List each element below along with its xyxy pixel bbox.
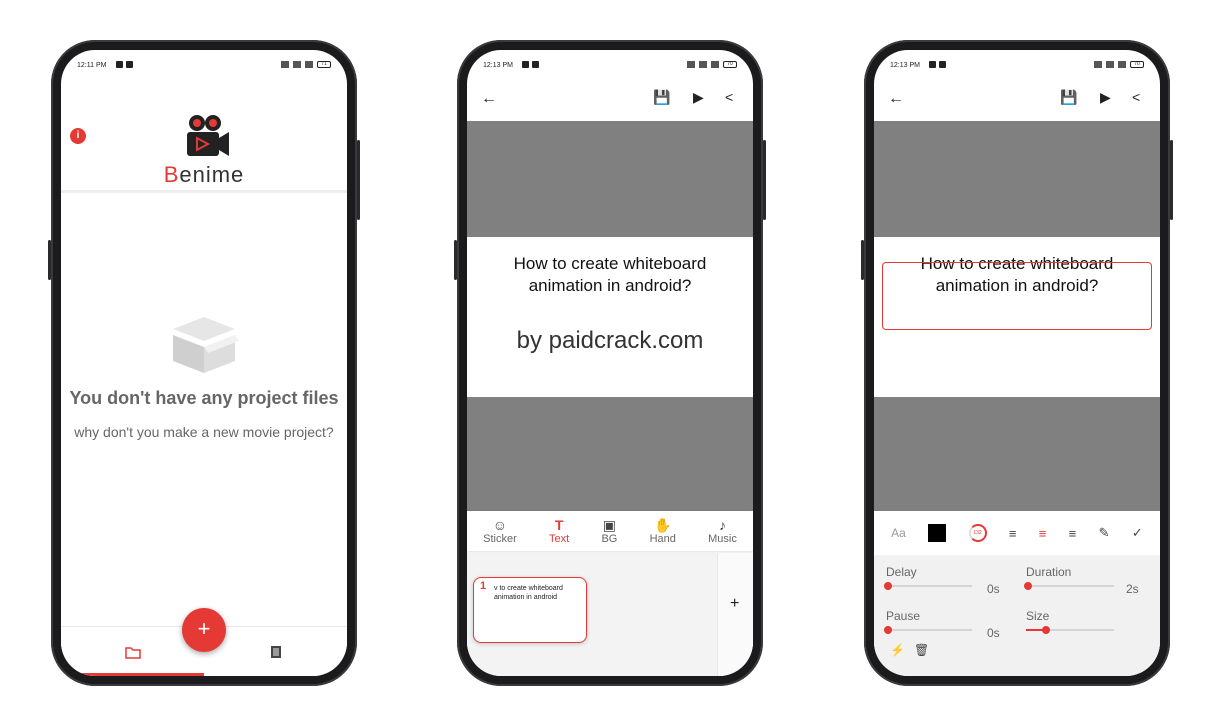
play-icon[interactable]: ▶ xyxy=(1100,89,1111,106)
scene-timeline: 1 v to create whiteboard animation in an… xyxy=(467,553,753,676)
pause-slider[interactable] xyxy=(884,626,972,634)
animation-properties-panel: Delay 0s Duration 2s Pause 0s Size ⚡ 🗑 xyxy=(874,555,1160,676)
tool-bg[interactable]: ▣ BG xyxy=(601,517,617,545)
pause-value: 0s xyxy=(987,626,1000,640)
scene-canvas[interactable]: How to create whiteboard animation in an… xyxy=(467,237,753,397)
hand-icon: ✋ xyxy=(654,517,672,533)
project-list-screen: 12:11 PM 71 i Benime You don't have any … xyxy=(61,50,347,676)
music-icon: ♪ xyxy=(719,517,726,533)
text-edit-screen: 12:13 PM 70 ← 💾 ▶ < How to create whiteb… xyxy=(874,50,1160,676)
pencil-icon[interactable]: ✎ xyxy=(1099,525,1110,541)
battery-icon: 70 xyxy=(1130,61,1144,68)
film-icon xyxy=(270,646,281,658)
header-divider xyxy=(61,190,347,193)
delay-label: Delay xyxy=(886,565,917,579)
sticker-icon: ☺ xyxy=(492,517,508,533)
add-scene-button[interactable]: + xyxy=(730,595,739,613)
size-slider[interactable] xyxy=(1026,626,1114,634)
delay-value: 0s xyxy=(987,582,1000,596)
app-logo-text: Benime xyxy=(163,162,245,187)
align-right-icon[interactable]: ≡ xyxy=(1069,526,1077,541)
duration-value: 2s xyxy=(1126,582,1139,596)
share-icon[interactable]: < xyxy=(725,89,733,105)
phone-frame-1: 12:11 PM 71 i Benime You don't have any … xyxy=(48,40,360,686)
empty-state-subtitle: why don't you make a new movie project? xyxy=(74,424,334,440)
folder-icon xyxy=(124,646,141,659)
camera-logo-icon xyxy=(187,115,229,156)
share-icon[interactable]: < xyxy=(1132,89,1140,105)
scene-thumb-text: v to create whiteboard animation in andr… xyxy=(494,585,563,601)
canvas-top-margin xyxy=(874,121,1160,237)
tool-sticker[interactable]: ☺ Sticker xyxy=(483,517,517,545)
canvas-bottom-margin xyxy=(467,397,753,511)
play-icon[interactable]: ▶ xyxy=(693,89,704,106)
text-format-toolbar: Aa 132 ≡ ≡ ≡ ✎ ✓ xyxy=(874,511,1160,555)
status-bar: 12:11 PM 71 xyxy=(61,50,347,80)
text-selection-box[interactable] xyxy=(882,262,1152,330)
duration-label: Duration xyxy=(1026,565,1072,579)
scene-editor-screen: 12:13 PM 70 ← 💾 ▶ < How to create whiteb… xyxy=(467,50,753,676)
align-center-icon[interactable]: ≡ xyxy=(1039,526,1047,541)
back-arrow-icon[interactable]: ← xyxy=(481,90,497,108)
tool-music[interactable]: ♪ Music xyxy=(708,517,737,545)
new-project-button[interactable]: + xyxy=(182,608,226,652)
status-time: 12:11 PM xyxy=(77,62,107,69)
back-arrow-icon[interactable]: ← xyxy=(888,90,904,108)
flash-icon[interactable]: ⚡ xyxy=(890,643,905,657)
scene-number: 1 xyxy=(480,580,487,592)
phone-frame-3: 12:13 PM 70 ← 💾 ▶ < How to create whiteb… xyxy=(861,40,1173,686)
empty-state-title: You don't have any project files xyxy=(69,388,339,408)
text-icon: T xyxy=(554,517,564,533)
size-label: Size xyxy=(1026,609,1050,623)
duration-slider[interactable] xyxy=(1024,582,1114,590)
tool-hand[interactable]: ✋ Hand xyxy=(650,517,676,545)
battery-icon: 71 xyxy=(317,61,331,68)
editor-appbar: ← 💾 ▶ < xyxy=(874,80,1160,120)
delay-slider[interactable] xyxy=(884,582,972,590)
empty-box-icon xyxy=(173,317,239,373)
save-icon[interactable]: 💾 xyxy=(653,89,670,106)
image-icon: ▣ xyxy=(602,517,616,533)
slide-title[interactable]: How to create whiteboard animation in an… xyxy=(467,253,753,297)
active-tab-indicator xyxy=(61,673,204,676)
check-icon[interactable]: ✓ xyxy=(1132,525,1143,541)
element-toolbar: ☺ Sticker T Text ▣ BG ✋ Hand ♪ Music xyxy=(467,511,753,551)
pause-label: Pause xyxy=(886,609,921,623)
delete-icon[interactable]: 🗑 xyxy=(914,643,929,657)
save-icon[interactable]: 💾 xyxy=(1060,89,1077,106)
battery-icon: 70 xyxy=(723,61,737,68)
status-time: 12:13 PM xyxy=(483,62,513,69)
phone-frame-2: 12:13 PM 70 ← 💾 ▶ < How to create whiteb… xyxy=(454,40,766,686)
editor-appbar: ← 💾 ▶ < xyxy=(467,80,753,120)
align-left-icon[interactable]: ≡ xyxy=(1009,526,1017,541)
scene-thumbnail[interactable]: 1 v to create whiteboard animation in an… xyxy=(473,577,587,643)
add-scene-panel[interactable]: + xyxy=(717,553,753,676)
rotation-dial[interactable]: 132 xyxy=(968,524,987,542)
font-button[interactable]: Aa xyxy=(891,526,906,540)
status-bar: 12:13 PM 70 xyxy=(467,50,753,80)
status-bar: 12:13 PM 70 xyxy=(874,50,1160,80)
status-time: 12:13 PM xyxy=(890,62,920,69)
info-icon[interactable]: i xyxy=(70,128,86,144)
slide-credit[interactable]: by paidcrack.com xyxy=(467,327,753,355)
tool-text[interactable]: T Text xyxy=(549,517,569,545)
canvas-bottom-margin xyxy=(874,397,1160,511)
canvas-top-margin xyxy=(467,121,753,237)
text-color-swatch[interactable] xyxy=(928,524,947,542)
